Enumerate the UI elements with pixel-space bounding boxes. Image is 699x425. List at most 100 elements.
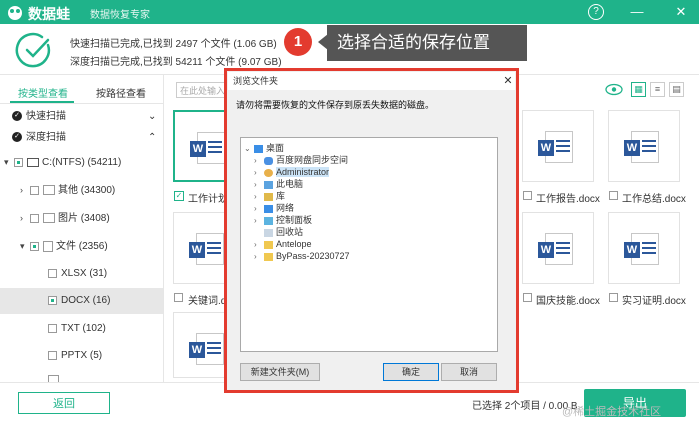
tree-item-docx[interactable]: DOCX (16) bbox=[0, 288, 163, 314]
tree-item-pptx[interactable]: PPTX (5) bbox=[0, 343, 163, 369]
file-checkbox[interactable] bbox=[523, 191, 532, 200]
word-doc-icon: W bbox=[189, 333, 224, 365]
file-tile[interactable]: W bbox=[608, 110, 680, 182]
check-circle-icon bbox=[15, 32, 51, 68]
file-checkbox[interactable] bbox=[609, 191, 618, 200]
tree-node-network[interactable]: › 网络 bbox=[244, 202, 350, 214]
ok-button[interactable]: 确定 bbox=[383, 363, 439, 381]
checkbox[interactable] bbox=[14, 157, 23, 167]
tree-node-desktop[interactable]: ⌄ 桌面 bbox=[244, 142, 350, 154]
checkbox[interactable] bbox=[30, 185, 39, 195]
tree-node-recycle-bin[interactable]: 回收站 bbox=[244, 226, 350, 238]
network-icon bbox=[264, 204, 273, 213]
list-view-icon[interactable]: ≡ bbox=[650, 82, 665, 97]
drive-icon bbox=[27, 157, 39, 167]
desktop-icon bbox=[254, 144, 263, 153]
caret-down-icon[interactable]: ▾ bbox=[20, 233, 30, 259]
cloud-icon bbox=[264, 156, 273, 165]
word-doc-icon: W bbox=[624, 233, 659, 265]
folder-icon bbox=[264, 240, 273, 249]
close-icon[interactable]: ✕ bbox=[672, 3, 690, 21]
word-doc-icon: W bbox=[190, 132, 225, 164]
checkbox[interactable] bbox=[48, 268, 57, 278]
detail-view-icon[interactable]: ▤ bbox=[669, 82, 684, 97]
watermark-text: @稀土掘金技术社区 bbox=[562, 406, 662, 418]
tree-label: C:(NTFS) (54211) bbox=[42, 157, 122, 168]
tree-node-label: Administrator bbox=[276, 167, 330, 177]
tree-node-control-panel[interactable]: › 控制面板 bbox=[244, 214, 350, 226]
checkbox[interactable] bbox=[48, 295, 57, 305]
file-tile[interactable]: W bbox=[608, 212, 680, 284]
chevron-right-icon[interactable]: › bbox=[254, 251, 264, 263]
tree-node-label: 库 bbox=[276, 191, 286, 201]
callout-text: 选择合适的保存位置 bbox=[327, 25, 527, 61]
preview-eye-icon[interactable] bbox=[604, 82, 624, 97]
deep-scan-status: 深度扫描已完成,已找到 54211 个文件 (9.07 GB) bbox=[70, 57, 282, 68]
tree-node-bypass[interactable]: › ByPass-20230727 bbox=[244, 250, 350, 262]
tree-node-label: 百度网盘同步空间 bbox=[276, 155, 349, 165]
caret-down-icon[interactable]: ▾ bbox=[4, 149, 14, 175]
new-folder-button[interactable]: 新建文件夹(M) bbox=[240, 363, 320, 381]
grid-view-icon[interactable]: ▦ bbox=[631, 82, 646, 97]
tree-item-xlsx[interactable]: XLSX (31) bbox=[0, 261, 163, 287]
folder-icon bbox=[264, 252, 273, 261]
checkbox[interactable] bbox=[30, 213, 39, 223]
dialog-description: 请勿将需要恢复的文件保存到原丢失数据的磁盘。 bbox=[236, 100, 435, 110]
file-checkbox[interactable] bbox=[523, 293, 532, 302]
step-badge: 1 bbox=[284, 28, 312, 56]
folder-icon bbox=[43, 185, 55, 196]
tree-node-library[interactable]: › 库 bbox=[244, 190, 350, 202]
section-deep-scan[interactable]: ✓ 深度扫描 ⌃ bbox=[0, 125, 163, 151]
file-checkbox[interactable] bbox=[609, 293, 618, 302]
tree-node-label: 桌面 bbox=[266, 143, 285, 153]
tree-label: TXT (102) bbox=[61, 323, 106, 334]
recycle-bin-icon bbox=[264, 228, 273, 237]
file-tile[interactable]: W bbox=[522, 212, 594, 284]
tree-item-other[interactable]: › 其他 (34300) bbox=[0, 177, 163, 203]
file-tile[interactable]: W bbox=[522, 110, 594, 182]
file-checkbox-checked[interactable]: ✓ bbox=[174, 191, 184, 201]
tree-node-administrator[interactable]: › Administrator bbox=[244, 166, 350, 178]
tree-label: PPTX (5) bbox=[61, 350, 103, 361]
tree-item-c-drive[interactable]: ▾ C:(NTFS) (54211) bbox=[0, 149, 163, 175]
dialog-scrollbar[interactable] bbox=[507, 91, 515, 389]
file-name: 工作总结.docx bbox=[622, 194, 686, 205]
checkbox[interactable] bbox=[30, 241, 39, 251]
help-icon[interactable]: ? bbox=[588, 4, 604, 20]
frog-logo-icon bbox=[8, 6, 22, 20]
checkbox[interactable] bbox=[48, 350, 57, 360]
tab-by-path[interactable]: 按路径查看 bbox=[96, 85, 146, 100]
checkbox[interactable] bbox=[48, 323, 57, 333]
computer-icon bbox=[264, 180, 273, 189]
caret-right-icon[interactable]: › bbox=[20, 205, 30, 231]
tree-item-txt[interactable]: TXT (102) bbox=[0, 316, 163, 342]
tree-item-images[interactable]: › 图片 (3408) bbox=[0, 205, 163, 231]
tree-node-label: 网络 bbox=[276, 203, 295, 213]
app-name: 数据蛙 bbox=[28, 6, 70, 22]
tree-label: 其他 (34300) bbox=[58, 185, 116, 196]
tab-by-type[interactable]: 按类型查看 bbox=[18, 85, 68, 100]
file-name: 实习证明.docx bbox=[622, 296, 686, 307]
tree-label: 文件 (2356) bbox=[56, 241, 108, 252]
library-icon bbox=[264, 192, 273, 201]
word-doc-icon: W bbox=[538, 131, 573, 163]
left-panel: 按类型查看 按路径查看 ✓ 快速扫描 ⌄ ✓ 深度扫描 ⌃ ▾ C:(NTFS) (5… bbox=[0, 75, 164, 382]
folder-tree[interactable]: ⌄ 桌面 › 百度网盘同步空间 › Administrator › 此电脑 › 库 › 网络… bbox=[240, 137, 498, 352]
caret-right-icon[interactable]: › bbox=[20, 177, 30, 203]
dialog-close-icon[interactable]: ✕ bbox=[501, 72, 515, 90]
chevron-up-icon[interactable]: ⌃ bbox=[148, 125, 156, 151]
tree-node-this-pc[interactable]: › 此电脑 bbox=[244, 178, 350, 190]
tree-node-label: 回收站 bbox=[276, 227, 304, 237]
chevron-down-icon[interactable]: ⌄ bbox=[244, 143, 254, 155]
cancel-button[interactable]: 取消 bbox=[441, 363, 497, 381]
tree-node-baidu[interactable]: › 百度网盘同步空间 bbox=[244, 154, 350, 166]
file-name: 国庆技能.docx bbox=[536, 296, 600, 307]
minimize-icon[interactable]: — bbox=[628, 3, 646, 21]
back-button[interactable]: 返回 bbox=[18, 392, 110, 414]
checkbox-partial bbox=[48, 375, 59, 382]
quick-scan-status: 快速扫描已完成,已找到 2497 个文件 (1.06 GB) bbox=[70, 39, 277, 50]
file-checkbox[interactable] bbox=[174, 293, 183, 302]
tree-node-antelope[interactable]: › Antelope bbox=[244, 238, 350, 250]
tree-item-documents[interactable]: ▾ 文件 (2356) bbox=[0, 233, 163, 259]
word-doc-icon: W bbox=[624, 131, 659, 163]
